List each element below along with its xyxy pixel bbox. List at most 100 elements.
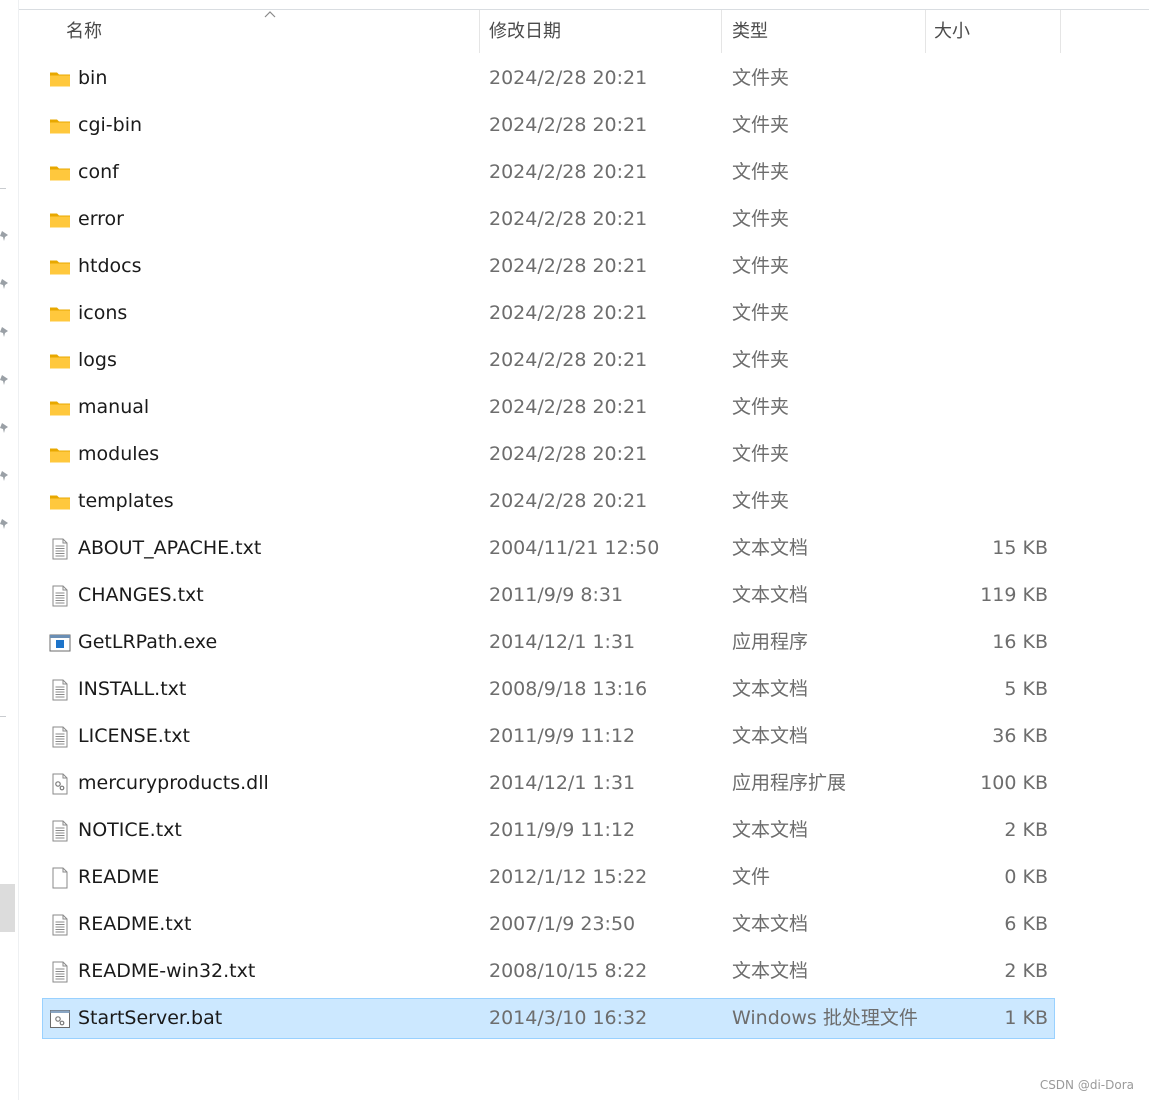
file-modified-date: 2024/2/28 20:21 bbox=[489, 114, 648, 136]
file-type: 文件 bbox=[732, 866, 771, 888]
file-type: 文件夹 bbox=[732, 349, 790, 371]
navigation-divider bbox=[0, 188, 6, 189]
file-size: 2 KB bbox=[1004, 960, 1048, 982]
file-row[interactable]: GetLRPath.exe 2014/12/1 1:31 应用程序 16 KB bbox=[42, 622, 1055, 663]
file-name: LICENSE.txt bbox=[78, 725, 190, 747]
sort-ascending-icon bbox=[264, 11, 276, 18]
file-row[interactable]: bin 2024/2/28 20:21 文件夹 bbox=[42, 58, 1055, 99]
watermark: CSDN @di-Dora bbox=[1039, 1078, 1134, 1092]
file-row[interactable]: README 2012/1/12 15:22 文件 0 KB bbox=[42, 857, 1055, 898]
file-type: Windows 批处理文件 bbox=[732, 1007, 918, 1029]
file-modified-date: 2024/2/28 20:21 bbox=[489, 161, 648, 183]
file-type: 文本文档 bbox=[732, 960, 809, 982]
text-file-icon bbox=[49, 914, 71, 936]
file-row[interactable]: README.txt 2007/1/9 23:50 文本文档 6 KB bbox=[42, 904, 1055, 945]
column-divider[interactable] bbox=[1060, 10, 1061, 53]
file-name: NOTICE.txt bbox=[78, 819, 182, 841]
file-row[interactable]: mercuryproducts.dll 2014/12/1 1:31 应用程序扩展 1… bbox=[42, 763, 1055, 804]
text-file-icon bbox=[49, 961, 71, 983]
file-name: README bbox=[78, 866, 160, 888]
file-modified-date: 2024/2/28 20:21 bbox=[489, 302, 648, 324]
folder-icon bbox=[49, 256, 71, 278]
file-type: 文本文档 bbox=[732, 725, 809, 747]
file-name: htdocs bbox=[78, 255, 142, 277]
file-row[interactable]: manual 2024/2/28 20:21 文件夹 bbox=[42, 387, 1055, 428]
file-type: 文本文档 bbox=[732, 913, 809, 935]
file-type: 文件夹 bbox=[732, 302, 790, 324]
file-row[interactable]: README-win32.txt 2008/10/15 8:22 文本文档 2 KB bbox=[42, 951, 1055, 992]
folder-icon bbox=[49, 350, 71, 372]
file-modified-date: 2012/1/12 15:22 bbox=[489, 866, 648, 888]
file-row[interactable]: icons 2024/2/28 20:21 文件夹 bbox=[42, 293, 1055, 334]
pin-icon[interactable] bbox=[0, 422, 10, 434]
file-modified-date: 2024/2/28 20:21 bbox=[489, 396, 648, 418]
file-name: README.txt bbox=[78, 913, 192, 935]
file-type: 文件夹 bbox=[732, 114, 790, 136]
file-name: logs bbox=[78, 349, 117, 371]
file-row[interactable]: StartServer.bat 2014/3/10 16:32 Windows 批处… bbox=[42, 998, 1055, 1039]
file-modified-date: 2011/9/9 8:31 bbox=[489, 584, 624, 606]
folder-icon bbox=[49, 491, 71, 513]
file-modified-date: 2014/12/1 1:31 bbox=[489, 772, 636, 794]
column-header-name[interactable]: 名称 bbox=[66, 10, 102, 53]
file-type: 应用程序 bbox=[732, 631, 809, 653]
file-type: 文件夹 bbox=[732, 208, 790, 230]
file-type: 文件夹 bbox=[732, 443, 790, 465]
file-row[interactable]: ABOUT_APACHE.txt 2004/11/21 12:50 文本文档 15 K… bbox=[42, 528, 1055, 569]
file-row[interactable]: NOTICE.txt 2011/9/9 11:12 文本文档 2 KB bbox=[42, 810, 1055, 851]
file-name: modules bbox=[78, 443, 160, 465]
file-name: templates bbox=[78, 490, 174, 512]
column-divider[interactable] bbox=[925, 10, 926, 53]
file-row[interactable]: LICENSE.txt 2011/9/9 11:12 文本文档 36 KB bbox=[42, 716, 1055, 757]
column-divider[interactable] bbox=[479, 10, 480, 53]
text-file-icon bbox=[49, 820, 71, 842]
pin-icon[interactable] bbox=[0, 374, 10, 386]
file-name: error bbox=[78, 208, 124, 230]
file-name: manual bbox=[78, 396, 150, 418]
file-row[interactable]: htdocs 2024/2/28 20:21 文件夹 bbox=[42, 246, 1055, 287]
file-type: 文件夹 bbox=[732, 255, 790, 277]
text-file-icon bbox=[49, 585, 71, 607]
file-size: 0 KB bbox=[1004, 866, 1048, 888]
file-row[interactable]: templates 2024/2/28 20:21 文件夹 bbox=[42, 481, 1055, 522]
file-size: 100 KB bbox=[980, 772, 1048, 794]
folder-icon bbox=[49, 303, 71, 325]
pin-icon[interactable] bbox=[0, 326, 10, 338]
column-header-type[interactable]: 类型 bbox=[732, 10, 768, 53]
column-header-date[interactable]: 修改日期 bbox=[489, 10, 561, 53]
file-row[interactable]: error 2024/2/28 20:21 文件夹 bbox=[42, 199, 1055, 240]
file-modified-date: 2024/2/28 20:21 bbox=[489, 490, 648, 512]
file-row[interactable]: cgi-bin 2024/2/28 20:21 文件夹 bbox=[42, 105, 1055, 146]
folder-icon bbox=[49, 115, 71, 137]
navigation-divider bbox=[0, 716, 6, 717]
file-type: 文件夹 bbox=[732, 161, 790, 183]
file-modified-date: 2024/2/28 20:21 bbox=[489, 67, 648, 89]
file-size: 119 KB bbox=[980, 584, 1048, 606]
pin-icon[interactable] bbox=[0, 230, 10, 242]
file-row[interactable]: modules 2024/2/28 20:21 文件夹 bbox=[42, 434, 1055, 475]
navigation-scrollbar-thumb[interactable] bbox=[0, 884, 15, 932]
file-modified-date: 2011/9/9 11:12 bbox=[489, 819, 636, 841]
pin-icon[interactable] bbox=[0, 470, 10, 482]
file-name: conf bbox=[78, 161, 119, 183]
file-modified-date: 2024/2/28 20:21 bbox=[489, 208, 648, 230]
folder-icon bbox=[49, 444, 71, 466]
file-type: 文本文档 bbox=[732, 537, 809, 559]
file-size: 36 KB bbox=[992, 725, 1048, 747]
column-header-size[interactable]: 大小 bbox=[934, 10, 970, 53]
folder-icon bbox=[49, 209, 71, 231]
file-row[interactable]: conf 2024/2/28 20:21 文件夹 bbox=[42, 152, 1055, 193]
file-row[interactable]: CHANGES.txt 2011/9/9 8:31 文本文档 119 KB bbox=[42, 575, 1055, 616]
text-file-icon bbox=[49, 679, 71, 701]
file-name: cgi-bin bbox=[78, 114, 143, 136]
column-divider[interactable] bbox=[721, 10, 722, 53]
pin-icon[interactable] bbox=[0, 278, 10, 290]
file-name: README-win32.txt bbox=[78, 960, 256, 982]
file-type: 文本文档 bbox=[732, 584, 809, 606]
file-row[interactable]: INSTALL.txt 2008/9/18 13:16 文本文档 5 KB bbox=[42, 669, 1055, 710]
pin-icon[interactable] bbox=[0, 518, 10, 530]
bat-file-icon bbox=[49, 1008, 71, 1030]
file-row[interactable]: logs 2024/2/28 20:21 文件夹 bbox=[42, 340, 1055, 381]
exe-file-icon bbox=[49, 632, 71, 654]
folder-icon bbox=[49, 397, 71, 419]
